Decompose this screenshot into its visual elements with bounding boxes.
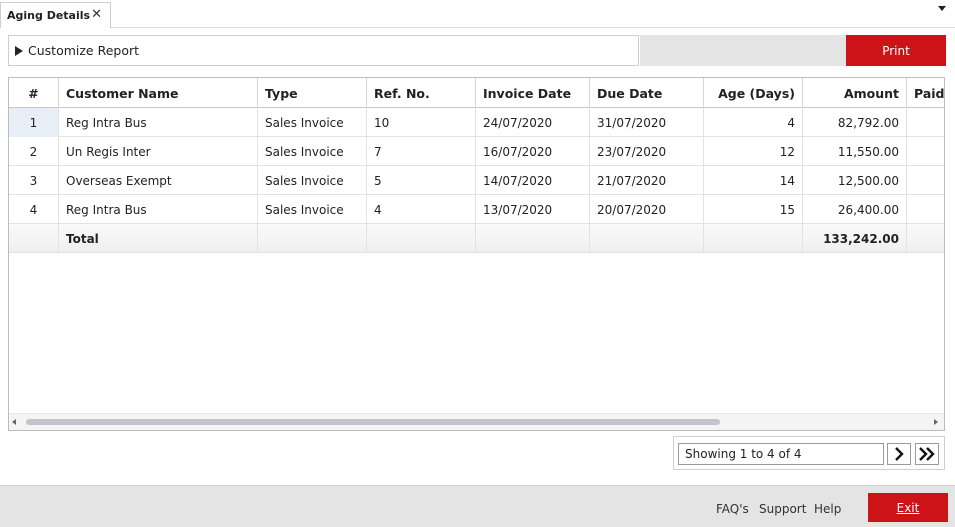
paid-cell[interactable] <box>907 137 944 166</box>
ref-no-cell[interactable]: 5 <box>367 166 476 195</box>
aging-grid: # Customer Name Type Ref. No. Invoice Da… <box>8 77 945 431</box>
total-empty-cell <box>476 224 590 253</box>
type-cell[interactable]: Sales Invoice <box>258 108 367 137</box>
customize-report-toggle[interactable]: Customize Report <box>8 35 639 66</box>
table-row[interactable]: 1 Reg Intra Bus Sales Invoice 10 24/07/2… <box>9 108 944 137</box>
ref-no-cell[interactable]: 7 <box>367 137 476 166</box>
chevron-down-icon[interactable] <box>938 6 946 11</box>
amount-cell[interactable]: 26,400.00 <box>803 195 907 224</box>
double-chevron-right-icon <box>919 447 935 461</box>
total-empty-cell <box>367 224 476 253</box>
grid-body: 1 Reg Intra Bus Sales Invoice 10 24/07/2… <box>9 108 944 253</box>
toolbar-spacer <box>640 35 847 66</box>
tab-aging-details[interactable]: Aging Details ✕ <box>0 2 111 28</box>
due-date-cell[interactable]: 21/07/2020 <box>590 166 704 195</box>
paid-cell[interactable] <box>907 195 944 224</box>
column-header-age-days[interactable]: Age (Days) <box>704 78 803 108</box>
total-empty-cell <box>704 224 803 253</box>
invoice-date-cell[interactable]: 16/07/2020 <box>476 137 590 166</box>
column-header-ref-no[interactable]: Ref. No. <box>367 78 476 108</box>
age-days-cell[interactable]: 14 <box>704 166 803 195</box>
invoice-date-cell[interactable]: 14/07/2020 <box>476 166 590 195</box>
age-days-cell[interactable]: 12 <box>704 137 803 166</box>
close-icon[interactable]: ✕ <box>91 7 102 22</box>
row-number-cell[interactable]: 2 <box>9 137 59 166</box>
column-header-type[interactable]: Type <box>258 78 367 108</box>
customize-report-label: Customize Report <box>28 43 140 58</box>
column-header-number[interactable]: # <box>9 78 59 108</box>
total-empty-cell <box>9 224 59 253</box>
expand-triangle-icon <box>15 45 23 56</box>
column-header-invoice-date[interactable]: Invoice Date <box>476 78 590 108</box>
customer-name-cell[interactable]: Overseas Exempt <box>59 166 258 195</box>
type-cell[interactable]: Sales Invoice <box>258 137 367 166</box>
ref-no-cell[interactable]: 10 <box>367 108 476 137</box>
tab-label: Aging Details <box>7 9 91 22</box>
due-date-cell[interactable]: 20/07/2020 <box>590 195 704 224</box>
report-toolbar: Customize Report Print <box>0 30 955 70</box>
invoice-date-cell[interactable]: 24/07/2020 <box>476 108 590 137</box>
invoice-date-cell[interactable]: 13/07/2020 <box>476 195 590 224</box>
amount-cell[interactable]: 12,500.00 <box>803 166 907 195</box>
pager-status: Showing 1 to 4 of 4 <box>678 443 884 465</box>
paid-cell[interactable] <box>907 166 944 195</box>
grid-header: # Customer Name Type Ref. No. Invoice Da… <box>9 78 944 108</box>
table-row[interactable]: 4 Reg Intra Bus Sales Invoice 4 13/07/20… <box>9 195 944 224</box>
amount-cell[interactable]: 11,550.00 <box>803 137 907 166</box>
support-link[interactable]: Support <box>759 502 806 516</box>
age-days-cell[interactable]: 15 <box>704 195 803 224</box>
type-cell[interactable]: Sales Invoice <box>258 195 367 224</box>
row-number-cell[interactable]: 3 <box>9 166 59 195</box>
pager: Showing 1 to 4 of 4 <box>673 436 945 470</box>
due-date-cell[interactable]: 31/07/2020 <box>590 108 704 137</box>
total-row: Total 133,242.00 <box>9 224 944 253</box>
faq-link[interactable]: FAQ's <box>716 502 749 516</box>
total-empty-cell <box>258 224 367 253</box>
amount-cell[interactable]: 82,792.00 <box>803 108 907 137</box>
due-date-cell[interactable]: 23/07/2020 <box>590 137 704 166</box>
print-button[interactable]: Print <box>846 35 946 66</box>
footer-bar: FAQ's Support Help Exit <box>0 485 955 527</box>
total-empty-cell <box>590 224 704 253</box>
scroll-right-icon[interactable] <box>934 419 938 425</box>
customer-name-cell[interactable]: Reg Intra Bus <box>59 195 258 224</box>
row-number-cell[interactable]: 4 <box>9 195 59 224</box>
help-link[interactable]: Help <box>814 502 841 516</box>
total-label: Total <box>59 224 258 253</box>
scroll-left-icon[interactable] <box>12 419 16 425</box>
customer-name-cell[interactable]: Un Regis Inter <box>59 137 258 166</box>
chevron-right-icon <box>895 447 904 461</box>
column-header-amount[interactable]: Amount <box>803 78 907 108</box>
ref-no-cell[interactable]: 4 <box>367 195 476 224</box>
tab-strip: Aging Details ✕ <box>0 0 955 28</box>
type-cell[interactable]: Sales Invoice <box>258 166 367 195</box>
paid-cell[interactable] <box>907 108 944 137</box>
next-page-button[interactable] <box>887 443 911 465</box>
exit-button[interactable]: Exit <box>868 493 948 522</box>
column-header-due-date[interactable]: Due Date <box>590 78 704 108</box>
table-row[interactable]: 3 Overseas Exempt Sales Invoice 5 14/07/… <box>9 166 944 195</box>
column-header-customer-name[interactable]: Customer Name <box>59 78 258 108</box>
row-number-cell[interactable]: 1 <box>9 108 59 137</box>
scrollbar-thumb[interactable] <box>26 419 720 425</box>
horizontal-scrollbar[interactable] <box>9 413 944 430</box>
age-days-cell[interactable]: 4 <box>704 108 803 137</box>
customer-name-cell[interactable]: Reg Intra Bus <box>59 108 258 137</box>
last-page-button[interactable] <box>915 443 939 465</box>
total-empty-cell <box>907 224 944 253</box>
total-amount: 133,242.00 <box>803 224 907 253</box>
column-header-paid[interactable]: Paid <box>907 78 944 108</box>
table-row[interactable]: 2 Un Regis Inter Sales Invoice 7 16/07/2… <box>9 137 944 166</box>
